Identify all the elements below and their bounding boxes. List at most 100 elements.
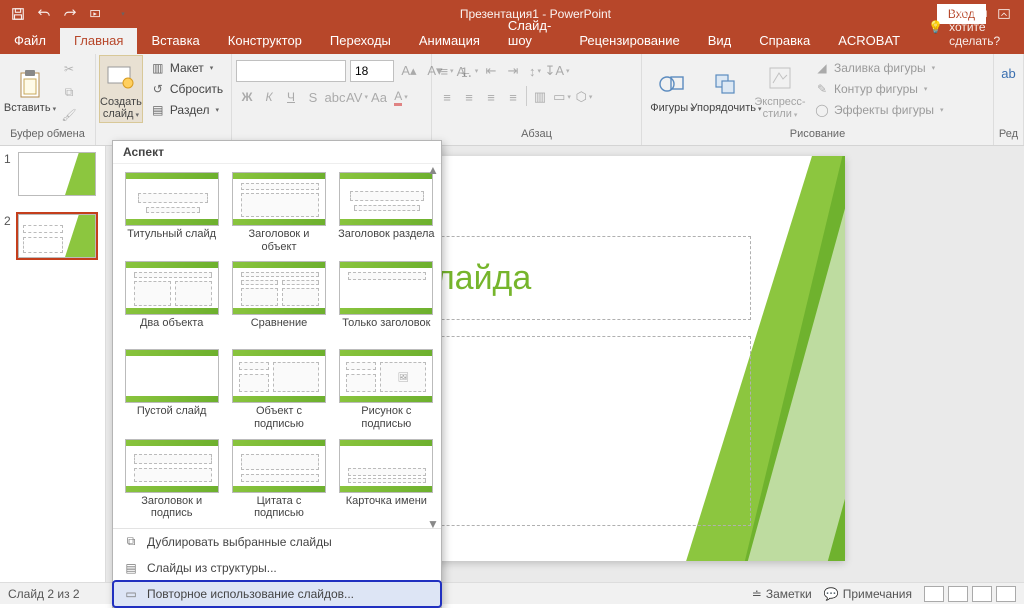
smartart-button[interactable]: ⬡	[573, 86, 595, 108]
gallery-scrollbar[interactable]: ▲▼	[425, 161, 441, 533]
font-color-button[interactable]: A	[390, 86, 412, 108]
reuse-slides-item[interactable]: ▭Повторное использование слайдов...	[113, 581, 441, 607]
layout-two-content[interactable]: Два объекта	[121, 259, 222, 343]
italic-button[interactable]: К	[258, 86, 280, 108]
undo-icon[interactable]	[32, 3, 56, 25]
tab-animations[interactable]: Анимация	[405, 28, 494, 54]
tab-file[interactable]: Файл	[0, 28, 60, 54]
comments-button[interactable]: 💬Примечания	[824, 587, 912, 601]
copy-button[interactable]: ⧉	[58, 81, 80, 103]
quick-styles-label: Экспресс-стили	[754, 96, 806, 120]
shape-effects-button[interactable]: ◯Эффекты фигуры	[808, 100, 950, 120]
section-button[interactable]: ▤Раздел	[144, 100, 229, 120]
ribbon: Вставить ✂ ⧉ 🖌 Буфер обмена Создать слай…	[0, 54, 1024, 146]
tab-acrobat[interactable]: ACROBAT	[824, 28, 914, 54]
shadow-button[interactable]: S	[302, 86, 324, 108]
tab-help[interactable]: Справка	[745, 28, 824, 54]
layout-quote-caption[interactable]: Цитата с подписью	[228, 437, 329, 522]
font-family-select[interactable]	[236, 60, 346, 82]
underline-button[interactable]: Ч	[280, 86, 302, 108]
bold-button[interactable]: Ж	[236, 86, 258, 108]
layout-section-header[interactable]: Заголовок раздела	[336, 170, 437, 255]
align-left-button[interactable]: ≡	[436, 86, 458, 108]
section-label: Раздел	[170, 103, 210, 117]
layout-label: Два объекта	[140, 317, 203, 341]
font-size-select[interactable]: 18	[350, 60, 394, 82]
tell-me-search[interactable]: 💡 Что вы хотите сделать?	[914, 6, 1024, 54]
justify-button[interactable]: ≡	[502, 86, 524, 108]
quick-styles-button[interactable]: Экспресс-стили	[754, 56, 806, 122]
cut-button[interactable]: ✂	[58, 58, 80, 80]
tab-home[interactable]: Главная	[60, 28, 137, 54]
columns-button[interactable]: ▥	[529, 86, 551, 108]
shape-fill-label: Заливка фигуры	[834, 61, 926, 75]
bullets-button[interactable]: ≡	[436, 60, 458, 82]
layout-blank[interactable]: Пустой слайд	[121, 347, 222, 432]
format-painter-button[interactable]: 🖌	[58, 104, 80, 126]
tab-transitions[interactable]: Переходы	[316, 28, 405, 54]
align-right-button[interactable]: ≡	[480, 86, 502, 108]
sorter-view-button[interactable]	[948, 586, 968, 602]
thumb-preview[interactable]	[18, 152, 96, 196]
shape-fill-button[interactable]: ◢Заливка фигуры	[808, 58, 950, 78]
strike-button[interactable]: abc	[324, 86, 346, 108]
layout-title-caption[interactable]: Заголовок и подпись	[121, 437, 222, 522]
paste-button[interactable]: Вставить	[4, 56, 56, 122]
replace-button[interactable]: ab	[998, 62, 1020, 84]
slide-position[interactable]: Слайд 2 из 2	[8, 587, 80, 601]
layout-button[interactable]: ▥Макет	[144, 58, 229, 78]
thumb-preview[interactable]	[18, 214, 96, 258]
grow-font-button[interactable]: A▴	[398, 60, 420, 82]
decrease-indent-button[interactable]: ⇤	[480, 60, 502, 82]
line-spacing-button[interactable]: ↕	[524, 60, 546, 82]
layout-title-content[interactable]: Заголовок и объект	[228, 170, 329, 255]
arrange-button[interactable]: Упорядочить	[700, 56, 752, 122]
char-spacing-button[interactable]: AV	[346, 86, 368, 108]
slide-thumbnail-panel[interactable]: 1 2	[0, 146, 106, 582]
align-text-button[interactable]: ▭	[551, 86, 573, 108]
change-case-button[interactable]: Aa	[368, 86, 390, 108]
redo-icon[interactable]	[58, 3, 82, 25]
layout-comparison[interactable]: Сравнение	[228, 259, 329, 343]
normal-view-button[interactable]	[924, 586, 944, 602]
brush-icon: 🖌	[61, 107, 76, 123]
tab-design[interactable]: Конструктор	[214, 28, 316, 54]
numbering-button[interactable]: ⒈	[458, 60, 480, 82]
layout-label: Цитата с подписью	[230, 495, 327, 520]
thumbnail-1[interactable]: 1	[0, 146, 105, 208]
save-icon[interactable]	[6, 3, 30, 25]
tab-view[interactable]: Вид	[694, 28, 746, 54]
new-slide-button[interactable]: Создать слайд	[100, 56, 142, 122]
reset-label: Сбросить	[170, 82, 223, 96]
align-center-button[interactable]: ≡	[458, 86, 480, 108]
shape-outline-label: Контур фигуры	[834, 82, 918, 96]
quick-styles-icon	[764, 62, 796, 94]
reading-view-button[interactable]	[972, 586, 992, 602]
scroll-down-icon[interactable]: ▼	[427, 517, 439, 531]
tab-insert[interactable]: Вставка	[137, 28, 213, 54]
layout-label: Пустой слайд	[137, 405, 207, 429]
duplicate-slides-item[interactable]: ⧉Дублировать выбранные слайды	[113, 529, 441, 555]
layout-title-only[interactable]: Только заголовок	[336, 259, 437, 343]
layout-picture-caption[interactable]: 🖼Рисунок с подписью	[336, 347, 437, 432]
slideshow-view-button[interactable]	[996, 586, 1016, 602]
slides-from-outline-item[interactable]: ▤Слайды из структуры...	[113, 555, 441, 581]
text-direction-button[interactable]: ↧A	[546, 60, 568, 82]
layout-name-card[interactable]: Карточка имени	[336, 437, 437, 522]
window-title: Презентация1 - PowerPoint	[134, 7, 937, 21]
layout-icon: ▥	[150, 60, 166, 76]
shape-outline-button[interactable]: ✎Контур фигуры	[808, 79, 950, 99]
tab-review[interactable]: Рецензирование	[565, 28, 693, 54]
notes-button[interactable]: ≐Заметки	[752, 587, 812, 601]
increase-indent-button[interactable]: ⇥	[502, 60, 524, 82]
lightbulb-icon: 💡	[928, 20, 943, 34]
layout-title-slide[interactable]: Титульный слайд	[121, 170, 222, 255]
layout-content-caption[interactable]: Объект с подписью	[228, 347, 329, 432]
layout-label: Титульный слайд	[127, 228, 216, 252]
scroll-up-icon[interactable]: ▲	[427, 163, 439, 177]
start-from-beginning-icon[interactable]	[84, 3, 108, 25]
thumbnail-2[interactable]: 2	[0, 208, 105, 270]
group-clipboard-label: Буфер обмена	[4, 126, 91, 143]
reset-button[interactable]: ↺Сбросить	[144, 79, 229, 99]
qat-customize-icon[interactable]	[110, 3, 134, 25]
